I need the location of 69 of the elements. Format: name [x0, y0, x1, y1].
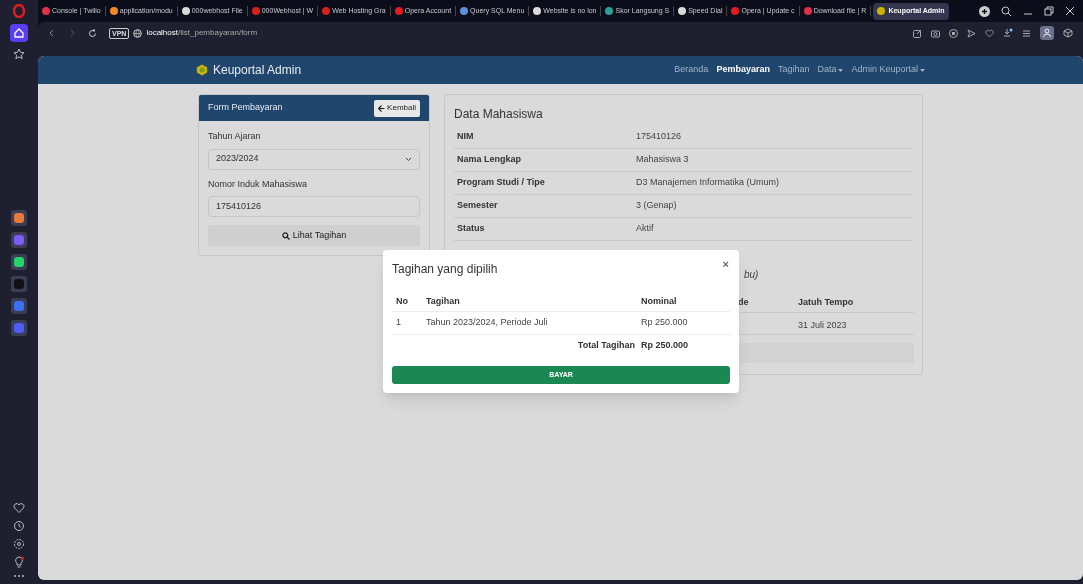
row-value: Aktif	[636, 222, 654, 236]
table-cell-text: 31 Juli 2023	[798, 319, 847, 332]
card-title: Form Pembayaran	[208, 101, 283, 115]
heart-icon[interactable]	[13, 502, 25, 514]
app-icon[interactable]	[11, 210, 27, 226]
url-field[interactable]: localhost/list_pembayaran/form	[146, 27, 258, 39]
view-bills-button[interactable]: Lihat Tagihan	[208, 225, 420, 246]
column-header: Nominal	[641, 295, 677, 309]
row-value: D3 Manajemen Informatika (Umum)	[636, 176, 780, 190]
profile-icon[interactable]	[1040, 26, 1054, 40]
row-value: 3 (Genap)	[636, 199, 677, 213]
app-icon[interactable]	[11, 298, 27, 314]
year-select[interactable]: 2023/2024	[208, 148, 420, 170]
nav-link[interactable]: Tagihan	[777, 63, 810, 77]
nav-link[interactable]: Pembayaran	[716, 63, 770, 77]
back-icon[interactable]	[48, 29, 56, 37]
nav-link[interactable]: Admin Keuportal	[851, 63, 925, 77]
search-icon	[281, 231, 290, 240]
modal-title: Tagihan yang dipilih	[392, 261, 498, 278]
home-icon[interactable]	[10, 24, 28, 42]
row-label: Nama Lengkap	[456, 153, 523, 167]
row-label: Semester	[456, 199, 499, 213]
column-header: de	[738, 296, 749, 309]
send-icon[interactable]	[967, 28, 976, 38]
total-label: Total Tagihan	[576, 339, 636, 353]
edit-icon[interactable]	[913, 28, 922, 38]
back-button[interactable]: Kembali	[374, 99, 420, 117]
new-tab-icon[interactable]	[979, 5, 990, 17]
field-label: Tahun Ajaran	[208, 130, 262, 143]
chevron-down-icon	[405, 156, 412, 162]
card-title: Data Mahasiswa	[454, 106, 544, 123]
cube-icon[interactable]	[1063, 28, 1073, 38]
more-icon[interactable]	[13, 574, 25, 578]
lightbulb-icon[interactable]	[13, 556, 25, 568]
row-value: 175410126	[636, 130, 682, 144]
logo-icon[interactable]	[196, 64, 208, 76]
table-cell-text: 1	[395, 316, 402, 330]
restore-icon[interactable]	[1044, 6, 1054, 16]
nav-link[interactable]: Data	[817, 63, 844, 77]
star-icon[interactable]	[13, 48, 25, 60]
browser-logo-icon[interactable]	[12, 4, 26, 18]
total-value: Rp 250.000	[641, 339, 689, 353]
stop-icon[interactable]	[949, 28, 958, 38]
globe-icon	[133, 28, 143, 38]
nim-input[interactable]: 175410126	[208, 196, 420, 217]
navbar-brand[interactable]: Keuportal Admin	[213, 61, 302, 79]
bill-note-text: bu)	[744, 268, 759, 282]
nav-link[interactable]: Beranda	[674, 63, 709, 77]
close-button[interactable]: ×	[722, 259, 729, 270]
column-header: Tagihan	[426, 295, 461, 309]
settings-icon[interactable]	[13, 538, 25, 550]
reload-icon[interactable]	[88, 28, 97, 38]
field-label: Nomor Induk Mahasiswa	[208, 177, 309, 191]
row-label: Status	[456, 222, 486, 236]
search-icon[interactable]	[1001, 5, 1012, 17]
row-label: Program Studi / Tipe	[456, 176, 546, 190]
table-cell: Rp 250.000	[641, 316, 688, 330]
table-cell-text: Tahun 2023/2024, Periode Juli	[426, 316, 549, 330]
camera-icon[interactable]	[931, 28, 940, 38]
menu-icon[interactable]	[1022, 28, 1031, 38]
download-icon[interactable]	[1003, 28, 1013, 38]
clock-icon[interactable]	[13, 520, 25, 532]
heart-icon[interactable]	[985, 28, 994, 38]
column-header: No	[395, 295, 409, 309]
column-header: Jatuh Tempo	[798, 296, 854, 309]
row-value: Mahasiswa 3	[636, 153, 689, 167]
row-label: NIM	[456, 130, 475, 144]
close-icon[interactable]	[1065, 6, 1075, 16]
arrow-left-icon	[378, 104, 386, 112]
